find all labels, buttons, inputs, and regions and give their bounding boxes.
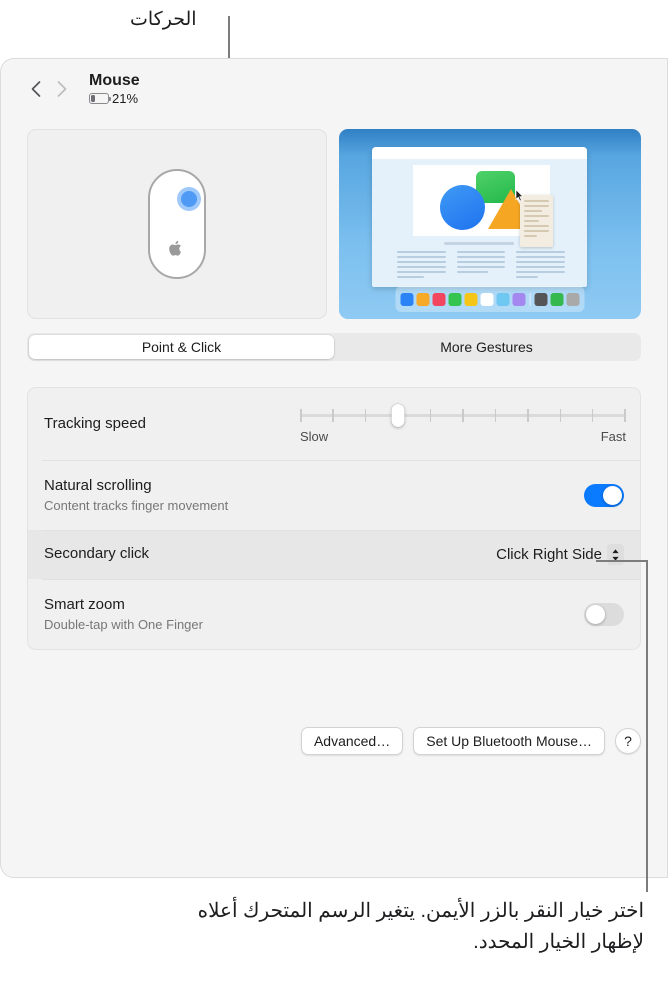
top-annotation-label: الحركات (130, 9, 197, 30)
natural-scrolling-text: Natural scrolling Content tracks finger … (44, 477, 228, 513)
bottom-annotation-caption: اختر خيار النقر بالزر الأيمن. يتغير الرس… (197, 900, 644, 953)
help-button[interactable]: ? (615, 728, 641, 754)
dock-icon (534, 292, 548, 306)
smart-zoom-sublabel: Double-tap with One Finger (44, 616, 203, 632)
row-smart-zoom: Smart zoom Double-tap with One Finger (28, 579, 640, 649)
battery-status: 21% (89, 91, 140, 106)
natural-scrolling-label: Natural scrolling (44, 477, 152, 495)
tab-more-gestures[interactable]: More Gestures (334, 335, 639, 359)
cursor-arrow-icon (515, 189, 524, 202)
dock-separator (529, 292, 531, 306)
tracking-speed-slider[interactable]: Slow Fast (300, 404, 626, 444)
dock-icon (512, 292, 526, 306)
tracking-speed-label: Tracking speed (44, 414, 146, 432)
dock-icon (416, 292, 430, 306)
natural-scrolling-sublabel: Content tracks finger movement (44, 497, 229, 513)
preview-window-titlebar (372, 147, 587, 159)
chevron-right-icon (56, 80, 68, 98)
preview-divider (444, 242, 514, 245)
forward-button[interactable] (49, 74, 75, 104)
battery-icon (89, 93, 111, 105)
dock-icon (566, 292, 580, 306)
page-title: Mouse (89, 71, 140, 89)
secondary-click-value: Click Right Side (496, 546, 602, 563)
apple-logo-icon (169, 241, 181, 256)
right-callout-line-horizontal (596, 560, 648, 562)
segmented-tabs: Point & Click More Gestures (27, 333, 641, 361)
slider-ticks (300, 409, 626, 422)
document-card (520, 195, 553, 247)
desktop-preview-panel (339, 129, 641, 319)
preview-app-window (372, 147, 587, 287)
right-click-highlight-indicator (177, 187, 201, 211)
settings-group: Tracking speed Slow Fast Natural scrolli… (27, 387, 641, 650)
magic-mouse-icon (148, 169, 206, 279)
tab-point-and-click-label: Point & Click (141, 339, 222, 355)
row-natural-scrolling: Natural scrolling Content tracks finger … (28, 460, 640, 530)
slider-thumb[interactable] (391, 404, 405, 427)
dock-icon (480, 292, 494, 306)
slider-fast-label: Fast (600, 429, 626, 444)
preview-dock (395, 286, 585, 312)
battery-percent-label: 21% (112, 91, 139, 107)
row-secondary-click: Secondary click Click Right Side (28, 530, 640, 579)
preview-text-columns (397, 251, 566, 281)
dock-icon (448, 292, 462, 306)
natural-scrolling-toggle[interactable] (584, 483, 624, 507)
chevron-left-icon (30, 80, 42, 98)
dock-icon (432, 292, 446, 306)
smart-zoom-text: Smart zoom Double-tap with One Finger (44, 596, 203, 632)
smart-zoom-toggle[interactable] (584, 602, 624, 626)
dock-icon (550, 292, 564, 306)
system-settings-window: Mouse 21% Point & Click More Gestures Tr… (0, 58, 668, 878)
bottom-button-row: Advanced… Set Up Bluetooth Mouse… ? (27, 727, 641, 755)
right-callout-line-vertical (646, 560, 648, 892)
title-block: Mouse 21% (89, 72, 140, 106)
toggle-knob (603, 485, 622, 505)
dock-icon (400, 292, 414, 306)
window-toolbar: Mouse 21% (1, 59, 667, 119)
tab-point-and-click[interactable]: Point & Click (29, 335, 334, 359)
secondary-click-label: Secondary click (44, 545, 150, 563)
toggle-knob (586, 604, 605, 624)
dock-icon (496, 292, 510, 306)
mouse-illustration-panel (27, 129, 327, 319)
smart-zoom-label: Smart zoom (44, 596, 125, 614)
blue-circle-shape (440, 185, 485, 230)
setup-bluetooth-mouse-button[interactable]: Set Up Bluetooth Mouse… (413, 727, 605, 755)
row-tracking-speed: Tracking speed Slow Fast (28, 388, 640, 460)
illustration-row (27, 129, 641, 319)
tab-more-gestures-label: More Gestures (440, 339, 533, 355)
slider-slow-label: Slow (300, 429, 329, 444)
advanced-button[interactable]: Advanced… (300, 727, 404, 755)
dock-icon (464, 292, 478, 306)
back-button[interactable] (23, 74, 49, 104)
